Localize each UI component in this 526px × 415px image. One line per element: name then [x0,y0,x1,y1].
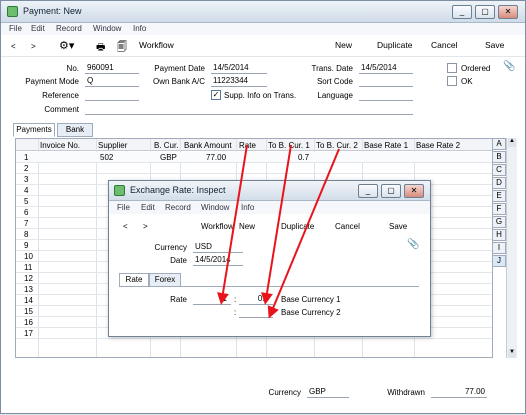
arrow-rate [217,144,248,305]
payment-window: Payment: New _ ▢ ✕ File Edit Record Wind… [0,0,526,414]
annotation-arrows [217,144,340,319]
arrow-to-b-cur-2 [267,148,340,319]
